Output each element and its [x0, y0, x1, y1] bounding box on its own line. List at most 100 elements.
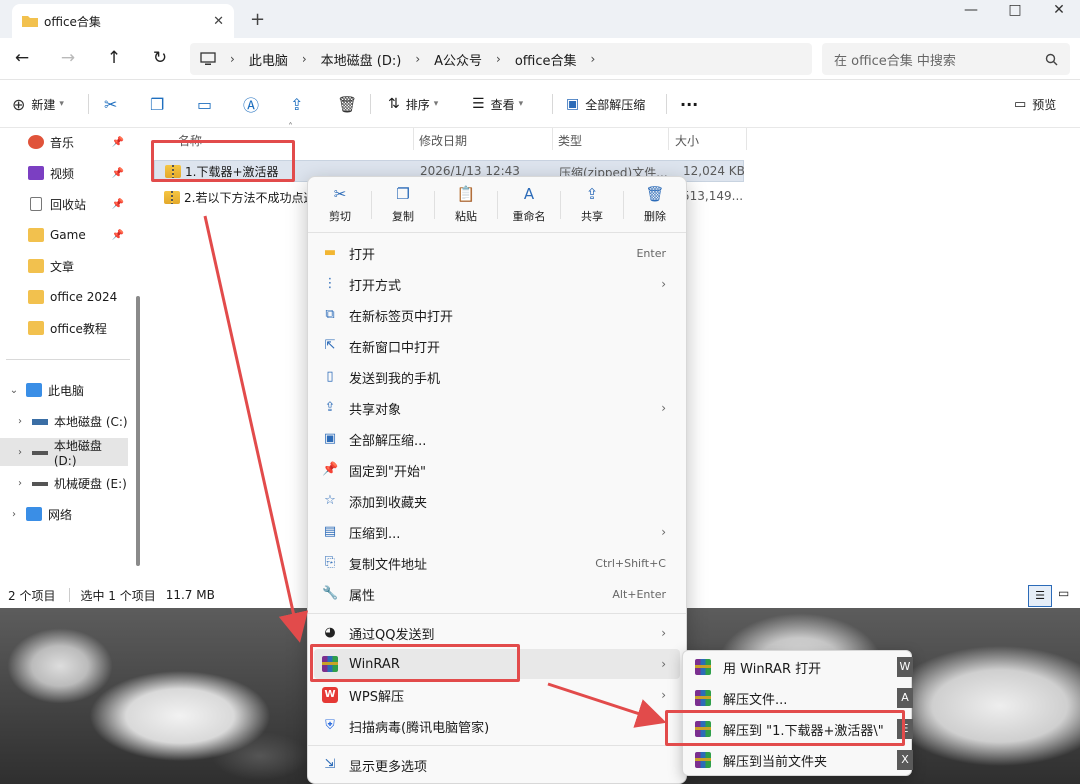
copy-action[interactable]: ❐ 复制 — [373, 185, 433, 224]
menu-item-show-more-options[interactable]: ⇲ 显示更多选项 — [314, 750, 680, 780]
chevron-down-icon: ▾ — [433, 99, 439, 109]
breadcrumb-drive-d[interactable]: 本地磁盘 (D:) — [321, 50, 402, 69]
more-options-icon: ⇲ — [324, 757, 336, 772]
share-action[interactable]: ⇪ 共享 — [562, 185, 622, 224]
compress-icon: ▤ — [323, 524, 337, 539]
up-button[interactable]: ↑ — [100, 46, 128, 72]
star-icon: ☆ — [324, 493, 336, 508]
close-tab-icon[interactable]: ✕ — [213, 14, 224, 29]
menu-item-send-to-phone[interactable]: ▯ 发送到我的手机 — [314, 362, 680, 392]
search-input[interactable]: 在 office合集 中搜索 — [822, 43, 1070, 75]
sidebar-item-articles[interactable]: 文章 — [0, 252, 132, 280]
wrench-icon: 🔧 — [322, 586, 339, 601]
chevron-down-icon: ⌄ — [9, 384, 19, 396]
rename-action[interactable]: A 重命名 — [499, 185, 559, 224]
copy-button[interactable]: ❐ — [150, 92, 164, 116]
menu-item-copy-path[interactable]: ⎘ 复制文件地址 Ctrl+Shift+C — [314, 548, 680, 578]
winrar-icon — [695, 659, 711, 675]
minimize-button[interactable]: — — [948, 0, 994, 22]
menu-item-wps-extract[interactable]: W WPS解压 › — [314, 680, 680, 710]
forward-button[interactable]: → — [54, 46, 82, 72]
file-size: 12,024 KB — [683, 164, 745, 178]
pin-icon: 📌 — [322, 462, 339, 477]
sidebar-item-office-2024[interactable]: office 2024 — [0, 283, 132, 311]
menu-item-virus-scan[interactable]: ⛨ 扫描病毒(腾讯电脑管家) — [314, 711, 680, 741]
menu-item-extract-all[interactable]: ▣ 全部解压缩... — [314, 424, 680, 454]
extract-all-button[interactable]: ▣ 全部解压缩 — [566, 92, 645, 116]
folder-open-icon: ▬ — [323, 245, 337, 260]
folder-icon — [28, 228, 44, 242]
sidebar-item-game[interactable]: Game 📌 — [0, 221, 132, 249]
tiles-view-icon[interactable]: ▭ — [1058, 586, 1069, 600]
delete-action[interactable]: 🗑 删除 — [625, 185, 685, 224]
paste-action[interactable]: 📋 粘贴 — [436, 185, 496, 224]
share-icon: ⇪ — [290, 94, 304, 114]
address-field[interactable]: › 此电脑 › 本地磁盘 (D:) › A公众号 › office合集 › — [190, 43, 812, 75]
sidebar-divider — [6, 359, 130, 360]
menu-item-pin-to-start[interactable]: 📌 固定到"开始" — [314, 455, 680, 485]
paste-button[interactable]: ▭ — [197, 92, 212, 116]
chevron-right-icon: › — [661, 688, 666, 702]
submenu-item-extract-here[interactable]: 解压到当前文件夹 X — [683, 745, 913, 775]
column-header-type[interactable]: 类型 — [558, 132, 582, 149]
sidebar-item-this-pc[interactable]: ⌄ 此电脑 — [0, 376, 132, 404]
chevron-down-icon: ▾ — [59, 99, 64, 109]
sidebar-item-music[interactable]: 音乐 📌 — [0, 128, 132, 156]
sidebar-item-drive-c[interactable]: › 本地磁盘 (C:) — [0, 407, 132, 435]
menu-item-open-with[interactable]: ⋮ 打开方式 › — [314, 269, 680, 299]
breadcrumb-a-gongzhonghao[interactable]: A公众号 — [434, 50, 482, 69]
maximize-button[interactable]: □ — [992, 0, 1038, 22]
tab-office[interactable]: office合集 ✕ — [12, 4, 234, 38]
sidebar-item-drive-e[interactable]: › 机械硬盘 (E:) — [0, 469, 132, 497]
sidebar-item-drive-d[interactable]: › 本地磁盘 (D:) — [0, 438, 128, 468]
chevron-down-icon: ▾ — [518, 99, 524, 109]
monitor-icon — [200, 52, 216, 65]
chevron-right-icon: › — [661, 525, 666, 539]
share-button[interactable]: ⇪ — [290, 92, 303, 116]
menu-item-compress-to[interactable]: ▤ 压缩到... › — [314, 517, 680, 547]
paste-icon: 📋 — [456, 185, 476, 203]
menu-item-open[interactable]: ▬ 打开 Enter — [314, 238, 680, 268]
chevron-right-icon: › — [18, 415, 22, 427]
copy-icon: ❐ — [396, 185, 410, 203]
rename-button[interactable]: Ⓐ — [243, 92, 259, 116]
delete-button[interactable]: 🗑 — [337, 92, 357, 116]
share-icon: ⇪ — [585, 185, 599, 203]
breadcrumb-office[interactable]: office合集 — [515, 50, 577, 69]
submenu-item-extract-files[interactable]: 解压文件... A — [683, 683, 913, 713]
plus-circle-icon: ⊕ — [12, 94, 26, 114]
sort-button[interactable]: ⇅ 排序 ▾ — [388, 92, 438, 116]
sidebar-item-network[interactable]: › 网络 — [0, 500, 132, 528]
submenu-item-open-with-winrar[interactable]: 用 WinRAR 打开 W — [683, 652, 913, 682]
preview-button[interactable]: ▭ 预览 — [1014, 92, 1056, 116]
sidebar-scrollbar[interactable] — [136, 296, 140, 566]
folder-icon — [28, 259, 44, 273]
qq-icon: ◕ — [324, 625, 336, 640]
menu-item-open-new-window[interactable]: ⇱ 在新窗口中打开 — [314, 331, 680, 361]
cut-button[interactable]: ✂ — [104, 92, 117, 116]
sidebar-item-recycle-bin[interactable]: 回收站 📌 — [0, 190, 132, 218]
refresh-button[interactable]: ↻ — [146, 46, 174, 72]
new-button[interactable]: ⊕ 新建 ▾ — [12, 92, 64, 116]
cut-action[interactable]: ✂ 剪切 — [310, 185, 370, 224]
more-options-button[interactable]: ··· — [680, 92, 698, 116]
column-header-size[interactable]: 大小 — [675, 132, 699, 149]
breadcrumb-this-pc[interactable]: 此电脑 — [249, 50, 288, 69]
menu-item-properties[interactable]: 🔧 属性 Alt+Enter — [314, 579, 680, 609]
new-window-icon: ⇱ — [324, 338, 336, 353]
menu-item-share-with[interactable]: ⇪ 共享对象 › — [314, 393, 680, 423]
details-view-icon[interactable]: ☰ — [1028, 585, 1052, 607]
rename-icon: A — [523, 185, 535, 203]
sidebar-item-videos[interactable]: 视频 📌 — [0, 159, 132, 187]
sidebar-item-office-tutorial[interactable]: office教程 — [0, 314, 132, 342]
column-header-date[interactable]: 修改日期 — [419, 132, 467, 149]
view-button[interactable]: ☰ 查看 ▾ — [472, 92, 523, 116]
menu-item-add-favorites[interactable]: ☆ 添加到收藏夹 — [314, 486, 680, 516]
new-tab-button[interactable]: + — [250, 9, 265, 30]
menu-item-open-new-tab[interactable]: ⧉ 在新标签页中打开 — [314, 300, 680, 330]
chevron-right-icon: › — [661, 626, 666, 640]
close-window-button[interactable]: ✕ — [1036, 0, 1080, 22]
extract-icon: ▣ — [323, 431, 337, 446]
back-button[interactable]: ← — [8, 46, 36, 72]
preview-pane-icon: ▭ — [1014, 96, 1027, 112]
